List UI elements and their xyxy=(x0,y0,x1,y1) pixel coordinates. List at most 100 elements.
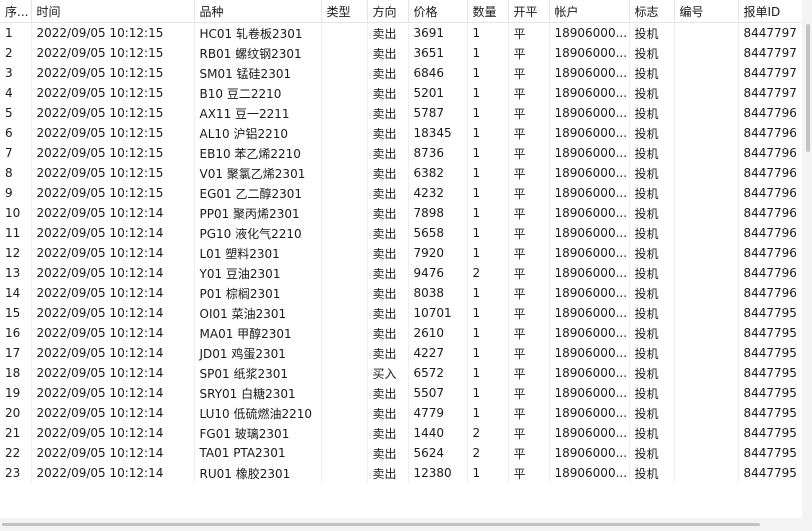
cell-direction: 卖出 xyxy=(367,383,409,403)
cell-quantity: 1 xyxy=(467,123,509,143)
cell-quantity: 1 xyxy=(467,22,509,43)
cell-quantity: 1 xyxy=(467,323,509,343)
horizontal-scrollbar[interactable] xyxy=(0,518,812,531)
cell-instrument: OI01 菜油2301 xyxy=(194,303,322,323)
table-row[interactable]: 5 2022/09/05 10:12:15 AX11 豆一2211 卖出 5787 1 平 1… xyxy=(0,103,812,123)
cell-index: 23 xyxy=(0,463,32,483)
cell-type xyxy=(321,423,368,443)
cell-account: 18906000... xyxy=(549,343,630,363)
table-row[interactable]: 12 2022/09/05 10:12:14 L01 塑料2301 卖出 7920 1 平 1… xyxy=(0,243,812,263)
cell-time: 2022/09/05 10:12:15 xyxy=(31,43,195,63)
cell-direction: 卖出 xyxy=(367,243,409,263)
cell-direction: 买入 xyxy=(367,363,409,383)
table-row[interactable]: 3 2022/09/05 10:12:15 SM01 锰硅2301 卖出 6846 1 平 1… xyxy=(0,63,812,83)
cell-direction: 卖出 xyxy=(367,143,409,163)
column-header-open-close[interactable]: 开平 xyxy=(508,0,550,23)
vertical-scrollbar[interactable] xyxy=(802,0,812,518)
cell-time: 2022/09/05 10:12:15 xyxy=(31,63,195,83)
cell-number xyxy=(674,143,739,163)
column-header-account[interactable]: 帐户 xyxy=(549,0,630,23)
cell-type xyxy=(321,83,368,103)
table-row[interactable]: 11 2022/09/05 10:12:14 PG10 液化气2210 卖出 5658 1… xyxy=(0,223,812,243)
table-row[interactable]: 13 2022/09/05 10:12:14 Y01 豆油2301 卖出 9476 2 平 1… xyxy=(0,263,812,283)
cell-order-id: 8447796 xyxy=(738,223,812,243)
table-row[interactable]: 2 2022/09/05 10:12:15 RB01 螺纹钢2301 卖出 3651 1 平… xyxy=(0,43,812,63)
table-row[interactable]: 9 2022/09/05 10:12:15 EG01 乙二醇2301 卖出 4232 1 平… xyxy=(0,183,812,203)
table-row[interactable]: 10 2022/09/05 10:12:14 PP01 聚丙烯2301 卖出 7898 1… xyxy=(0,203,812,223)
cell-instrument: EG01 乙二醇2301 xyxy=(194,183,322,203)
cell-number xyxy=(674,103,739,123)
cell-index: 8 xyxy=(0,163,32,183)
cell-flag: 投机 xyxy=(629,63,675,83)
cell-quantity: 1 xyxy=(467,403,509,423)
column-header-time[interactable]: 时间 xyxy=(31,0,195,23)
cell-time: 2022/09/05 10:12:14 xyxy=(31,403,195,423)
cell-quantity: 1 xyxy=(467,343,509,363)
cell-flag: 投机 xyxy=(629,423,675,443)
cell-direction: 卖出 xyxy=(367,283,409,303)
horizontal-scrollbar-thumb[interactable] xyxy=(2,523,760,526)
cell-direction: 卖出 xyxy=(367,163,409,183)
cell-direction: 卖出 xyxy=(367,303,409,323)
cell-number xyxy=(674,363,739,383)
cell-account: 18906000... xyxy=(549,443,630,463)
table-row[interactable]: 20 2022/09/05 10:12:14 LU10 低硫燃油2210 卖出 4779… xyxy=(0,403,812,423)
cell-flag: 投机 xyxy=(629,123,675,143)
cell-account: 18906000... xyxy=(549,103,630,123)
table-row[interactable]: 21 2022/09/05 10:12:14 FG01 玻璃2301 卖出 1440 2 平… xyxy=(0,423,812,443)
cell-open-close: 平 xyxy=(508,223,550,243)
column-header-instrument[interactable]: 品种 xyxy=(194,0,322,23)
cell-number xyxy=(674,203,739,223)
cell-number xyxy=(674,343,739,363)
column-header-type[interactable]: 类型 xyxy=(321,0,368,23)
cell-flag: 投机 xyxy=(629,183,675,203)
cell-price: 8736 xyxy=(408,143,468,163)
cell-index: 11 xyxy=(0,223,32,243)
cell-quantity: 1 xyxy=(467,83,509,103)
cell-instrument: Y01 豆油2301 xyxy=(194,263,322,283)
cell-account: 18906000... xyxy=(549,283,630,303)
column-header-direction[interactable]: 方向 xyxy=(367,0,409,23)
table-row[interactable]: 14 2022/09/05 10:12:14 P01 棕榈2301 卖出 8038 1 平 1… xyxy=(0,283,812,303)
cell-instrument: FG01 玻璃2301 xyxy=(194,423,322,443)
column-header-index[interactable]: 序... xyxy=(0,0,32,23)
cell-type xyxy=(321,383,368,403)
cell-instrument: EB10 苯乙烯2210 xyxy=(194,143,322,163)
table-row[interactable]: 8 2022/09/05 10:12:15 V01 聚氯乙烯2301 卖出 6382 1 平… xyxy=(0,163,812,183)
vertical-scrollbar-thumb[interactable] xyxy=(806,24,810,152)
table-row[interactable]: 17 2022/09/05 10:12:14 JD01 鸡蛋2301 卖出 4227 1 平… xyxy=(0,343,812,363)
column-header-price[interactable]: 价格 xyxy=(408,0,468,23)
cell-flag: 投机 xyxy=(629,22,675,43)
cell-open-close: 平 xyxy=(508,403,550,423)
cell-order-id: 8447795 xyxy=(738,443,812,463)
table-row[interactable]: 1 2022/09/05 10:12:15 HC01 轧卷板2301 卖出 3691 1 平… xyxy=(0,22,812,43)
cell-number xyxy=(674,123,739,143)
table-row[interactable]: 19 2022/09/05 10:12:14 SRY01 白糖2301 卖出 5507 1… xyxy=(0,383,812,403)
cell-instrument: V01 聚氯乙烯2301 xyxy=(194,163,322,183)
table-row[interactable]: 15 2022/09/05 10:12:14 OI01 菜油2301 卖出 10701 1… xyxy=(0,303,812,323)
table-row[interactable]: 6 2022/09/05 10:12:15 AL10 沪铝2210 卖出 18345 1 平… xyxy=(0,123,812,143)
table-row[interactable]: 16 2022/09/05 10:12:14 MA01 甲醇2301 卖出 2610 1 平… xyxy=(0,323,812,343)
cell-order-id: 8447797 xyxy=(738,43,812,63)
cell-time: 2022/09/05 10:12:14 xyxy=(31,443,195,463)
cell-quantity: 1 xyxy=(467,363,509,383)
cell-price: 6846 xyxy=(408,63,468,83)
cell-flag: 投机 xyxy=(629,43,675,63)
cell-open-close: 平 xyxy=(508,463,550,483)
table-row[interactable]: 18 2022/09/05 10:12:14 SP01 纸浆2301 买入 6572 1 平… xyxy=(0,363,812,383)
column-header-flag[interactable]: 标志 xyxy=(629,0,675,23)
table-row[interactable]: 7 2022/09/05 10:12:15 EB10 苯乙烯2210 卖出 8736 1 平… xyxy=(0,143,812,163)
table-row[interactable]: 4 2022/09/05 10:12:15 B10 豆二2210 卖出 5201 1 平 18… xyxy=(0,83,812,103)
cell-time: 2022/09/05 10:12:15 xyxy=(31,103,195,123)
cell-quantity: 1 xyxy=(467,163,509,183)
cell-type xyxy=(321,443,368,463)
column-header-number[interactable]: 编号 xyxy=(674,0,739,23)
cell-flag: 投机 xyxy=(629,323,675,343)
table-row[interactable]: 22 2022/09/05 10:12:14 TA01 PTA2301 卖出 5624 2… xyxy=(0,443,812,463)
cell-quantity: 1 xyxy=(467,43,509,63)
cell-order-id: 8447796 xyxy=(738,103,812,123)
table-row[interactable]: 23 2022/09/05 10:12:14 RU01 橡胶2301 卖出 12380 1… xyxy=(0,463,812,483)
cell-order-id: 8447796 xyxy=(738,183,812,203)
column-header-order-id[interactable]: 报单ID xyxy=(738,0,812,23)
column-header-quantity[interactable]: 数量 xyxy=(467,0,509,23)
